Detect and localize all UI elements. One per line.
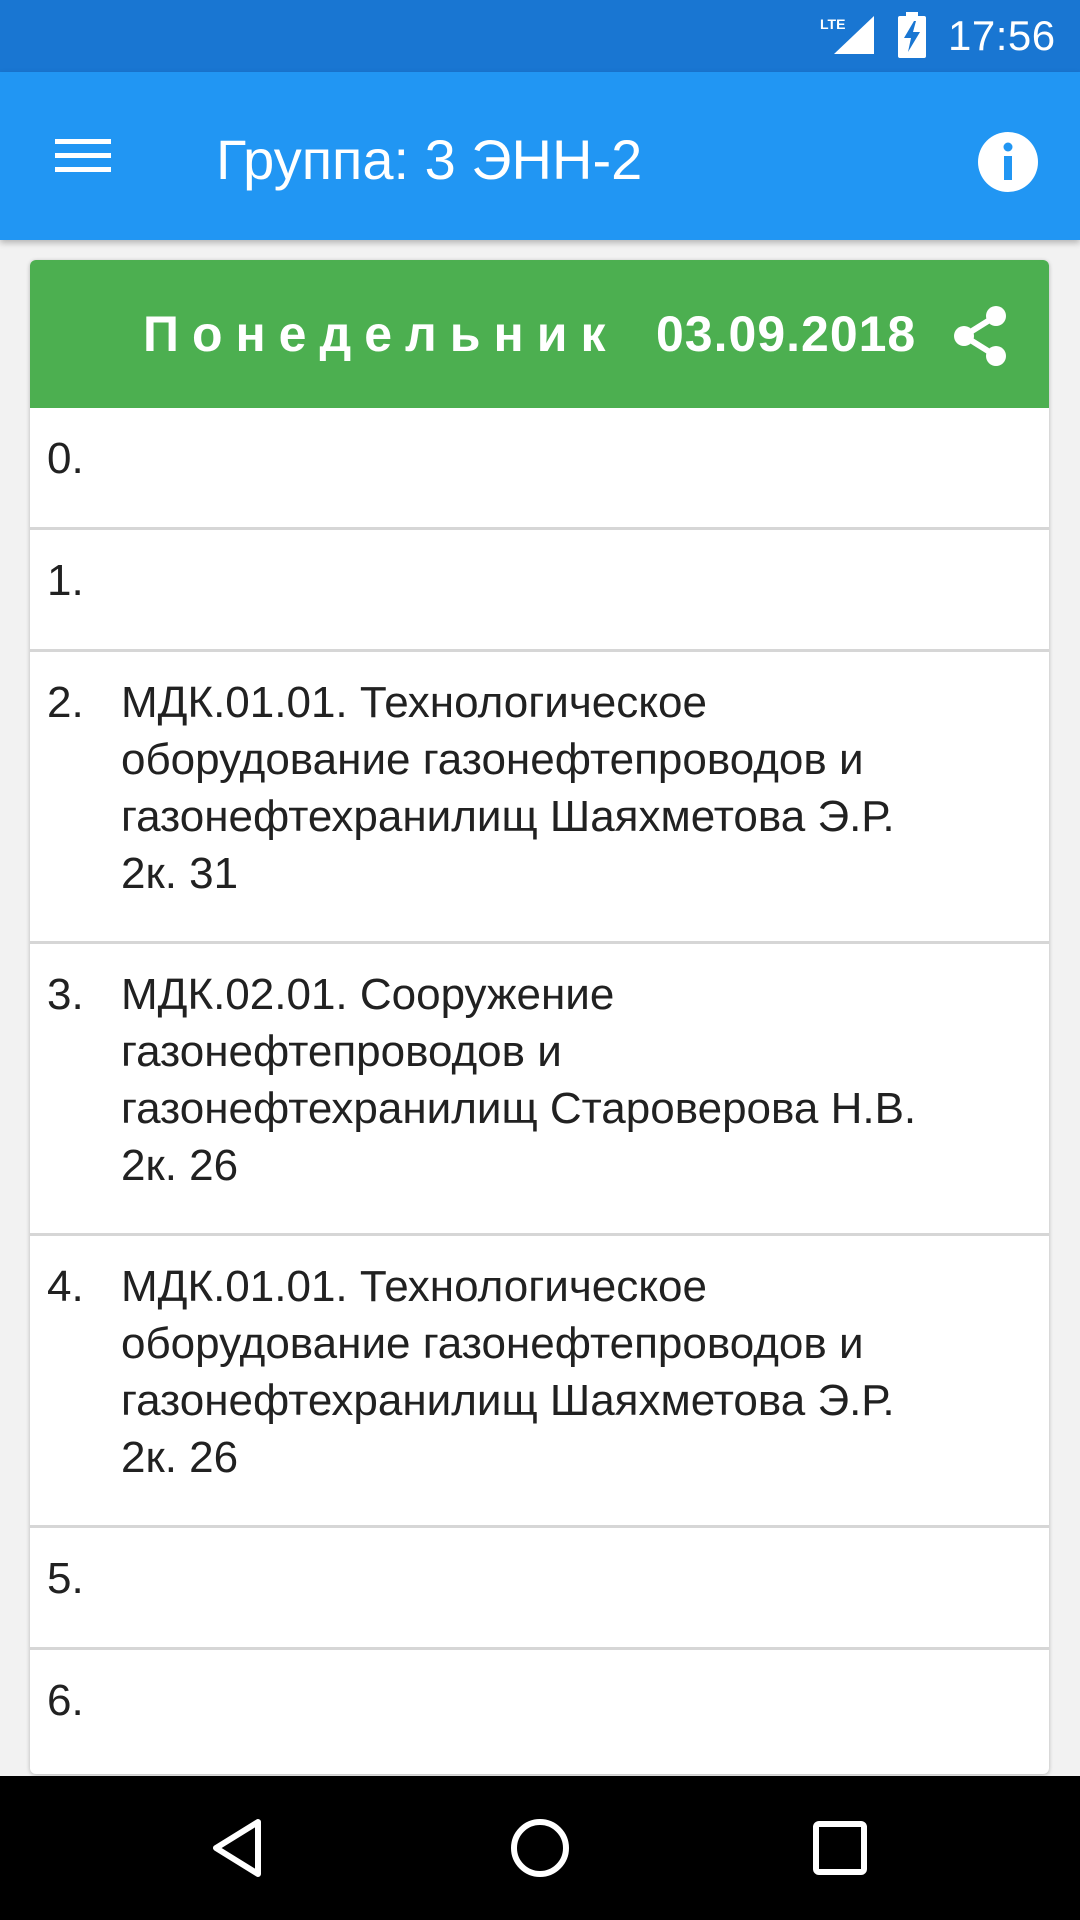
recents-icon (813, 1821, 867, 1875)
info-icon (978, 132, 1038, 192)
app-bar: Группа: 3 ЭНН-2 (0, 72, 1080, 240)
share-icon (954, 306, 1006, 366)
page-title: Группа: 3 ЭНН-2 (216, 128, 643, 191)
status-time: 17:56 (948, 12, 1056, 59)
back-icon (213, 1819, 261, 1877)
status-bar: LTE 17:56 (0, 0, 1080, 72)
lesson-text: МДК.01.01. Технологическое оборудование … (121, 678, 895, 898)
lesson-text: МДК.02.01. Сооружение газонефтепроводов … (121, 970, 917, 1190)
info-button[interactable] (972, 126, 1044, 198)
hamburger-menu-icon (55, 139, 111, 172)
home-icon (511, 1819, 569, 1877)
lesson-number: 4. (47, 1262, 84, 1311)
schedule-card: Понедельник 03.09.2018 0. 1. 2. МДК.01.0… (30, 260, 1049, 1774)
back-button[interactable] (200, 1808, 280, 1888)
lesson-number: 2. (47, 678, 84, 727)
battery-charging-icon (898, 12, 926, 58)
day-name: Понедельник (143, 306, 619, 362)
lesson-row[interactable]: 6. (30, 1650, 1049, 1774)
day-date: 03.09.2018 (656, 306, 917, 362)
share-button[interactable] (948, 302, 1014, 370)
recents-button[interactable] (800, 1808, 880, 1888)
lesson-text: МДК.01.01. Технологическое оборудование … (121, 1262, 895, 1482)
lte-signal-icon: LTE (820, 16, 874, 54)
menu-button[interactable] (40, 112, 128, 200)
lesson-number: 5. (47, 1554, 84, 1603)
svg-text:LTE: LTE (820, 16, 845, 32)
day-header: Понедельник 03.09.2018 (30, 260, 1049, 408)
lesson-number: 1. (47, 556, 84, 605)
lesson-row[interactable]: 3. МДК.02.01. Сооружение газонефтепровод… (30, 944, 1049, 1236)
lesson-row[interactable]: 5. (30, 1528, 1049, 1650)
lesson-row[interactable]: 0. (30, 408, 1049, 530)
system-nav-bar (0, 1776, 1080, 1920)
lesson-row[interactable]: 1. (30, 530, 1049, 652)
lesson-row[interactable]: 2. МДК.01.01. Технологическое оборудован… (30, 652, 1049, 944)
lesson-number: 6. (47, 1676, 84, 1725)
lesson-number: 3. (47, 970, 84, 1019)
lesson-row[interactable]: 4. МДК.01.01. Технологическое оборудован… (30, 1236, 1049, 1528)
home-button[interactable] (500, 1808, 580, 1888)
lesson-number: 0. (47, 434, 84, 483)
